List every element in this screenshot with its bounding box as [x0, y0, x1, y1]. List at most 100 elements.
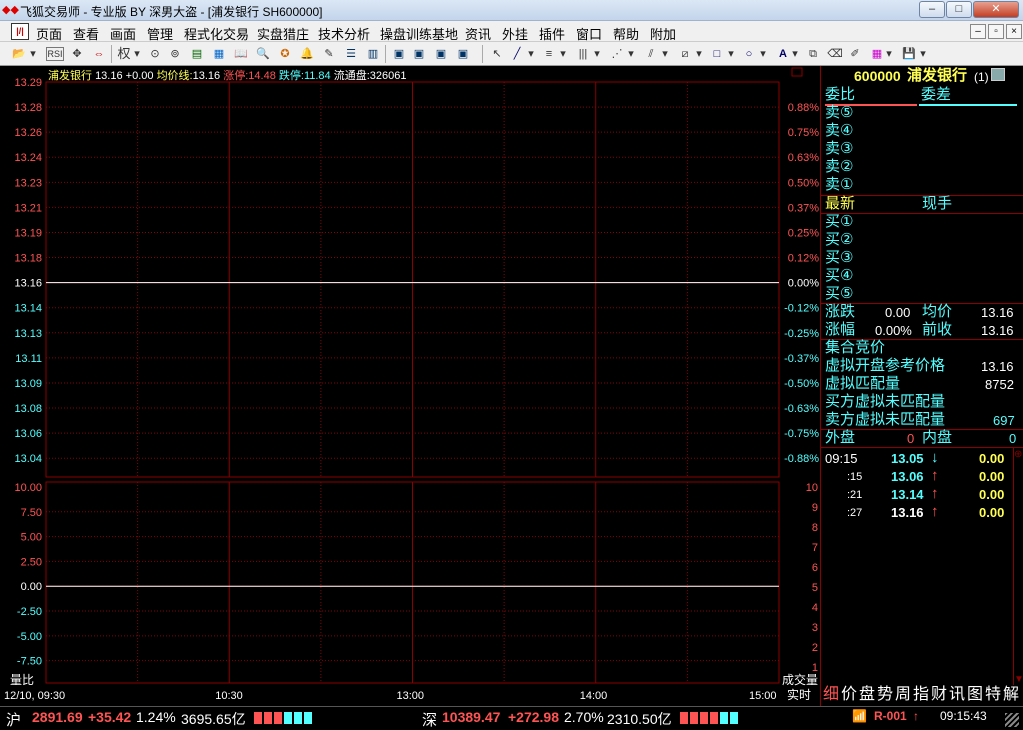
tab-news[interactable]: 讯	[949, 686, 965, 704]
stock-name: 浦发银行	[48, 70, 92, 82]
ellipse-icon[interactable]: ○	[740, 45, 758, 63]
quan-button[interactable]: 权	[116, 45, 132, 63]
hlines-dropdown-icon[interactable]: ▾	[558, 45, 568, 63]
mdi-restore-button[interactable]: ▫	[988, 24, 1004, 39]
time-tick-label: 14:00	[580, 690, 608, 702]
window3-icon[interactable]: ▣	[432, 45, 450, 63]
price-tick-label: 13.04	[14, 453, 42, 465]
hlines-icon[interactable]: ≡	[540, 45, 558, 63]
pen-icon[interactable]: ✎	[320, 45, 338, 63]
copy-icon[interactable]: ⧉	[804, 45, 822, 63]
cursor-icon[interactable]: ↖	[488, 45, 506, 63]
rectangle-icon[interactable]: □	[708, 45, 726, 63]
maximize-button[interactable]: □	[946, 1, 972, 18]
window1-icon[interactable]: ▣	[390, 45, 408, 63]
link2-icon[interactable]: ⊚	[166, 45, 184, 63]
sz-down-bar	[730, 712, 738, 724]
quan-dropdown-icon[interactable]: ▾	[132, 45, 142, 63]
menu-manage[interactable]: 管理	[147, 24, 173, 43]
mdi-minimize-button[interactable]: –	[970, 24, 986, 39]
menu-programmatic-trading[interactable]: 程式化交易	[184, 24, 249, 43]
tab-week[interactable]: 周	[895, 686, 911, 704]
detail-tabs: 细 价 盘 势 周 指 财 讯 图 特 解	[821, 685, 1023, 706]
menu-view[interactable]: 查看	[73, 24, 99, 43]
save-dropdown-icon[interactable]: ▾	[918, 45, 928, 63]
tab-index[interactable]: 指	[913, 686, 929, 704]
book-icon[interactable]: 📖	[232, 45, 250, 63]
signal-icon[interactable]: 📶	[852, 709, 867, 723]
parallel-dropdown-icon[interactable]: ▾	[694, 45, 704, 63]
zoom-icon[interactable]: 🔍	[254, 45, 272, 63]
link-icon[interactable]: ⊙	[146, 45, 164, 63]
fan-icon[interactable]: ⋰	[608, 45, 626, 63]
exchange-icon[interactable]: ⇔	[90, 45, 108, 63]
dropdown-arrow-icon[interactable]: ▾	[28, 45, 38, 63]
rectangle-dropdown-icon[interactable]: ▾	[726, 45, 736, 63]
tab-explain[interactable]: 解	[1003, 686, 1019, 704]
sh-up-bar	[274, 712, 282, 724]
line-tool-icon[interactable]: ╱	[508, 45, 526, 63]
radar-icon[interactable]: ✪	[276, 45, 294, 63]
color-dropdown-icon[interactable]: ▾	[884, 45, 894, 63]
intraday-chart[interactable]: 13.29 13.28 13.26 13.24 13.23 13.21 13.19 13.18…	[0, 66, 820, 706]
tab-trend[interactable]: 势	[877, 686, 893, 704]
menu-window[interactable]: 窗口	[576, 24, 602, 43]
save-icon[interactable]: 💾	[900, 45, 918, 63]
menu-technical-analysis[interactable]: 技术分析	[318, 24, 370, 43]
pct-tick-label: 0.37%	[788, 202, 819, 214]
arrow-up-icon: ↑	[931, 485, 939, 502]
open-folder-icon[interactable]: 📂	[10, 45, 28, 63]
f10-icon[interactable]: ▤	[188, 45, 206, 63]
text-dropdown-icon[interactable]: ▾	[790, 45, 800, 63]
document-icon[interactable]: |/|	[11, 23, 29, 40]
time-tick-label: 15:00	[749, 690, 777, 702]
layout-v-icon[interactable]: ▥	[364, 45, 382, 63]
minimize-button[interactable]: –	[919, 1, 945, 18]
close-button[interactable]: ✕	[973, 1, 1019, 18]
scroll-down-icon[interactable]: ▼	[1014, 674, 1023, 685]
vlines-icon[interactable]: |||	[574, 45, 592, 63]
menu-external[interactable]: 外挂	[502, 24, 528, 43]
menu-news[interactable]: 资讯	[465, 24, 491, 43]
price-tick-label: 13.19	[14, 227, 42, 239]
panel-toggle-icon[interactable]	[991, 68, 1005, 81]
rsi-icon[interactable]: RSI	[46, 47, 64, 61]
menu-screen[interactable]: 画面	[110, 24, 136, 43]
sh-up-bar	[264, 712, 272, 724]
fan-dropdown-icon[interactable]: ▾	[626, 45, 636, 63]
news-icon[interactable]: ▦	[210, 45, 228, 63]
pct-tick-label: 0.12%	[788, 253, 819, 265]
window4-icon[interactable]: ▣	[454, 45, 472, 63]
parallel-icon[interactable]: ⧄	[676, 45, 694, 63]
tab-special[interactable]: 特	[985, 686, 1001, 704]
menu-page[interactable]: 页面	[36, 24, 62, 43]
menu-help[interactable]: 帮助	[613, 24, 639, 43]
layout-h-icon[interactable]: ☰	[342, 45, 360, 63]
magic-icon[interactable]: ✐	[846, 45, 864, 63]
line-dropdown-icon[interactable]: ▾	[526, 45, 536, 63]
resize-grip-icon[interactable]	[1005, 713, 1019, 727]
menu-extra[interactable]: 附加	[650, 24, 676, 43]
window2-icon[interactable]: ▣	[410, 45, 428, 63]
channel-dropdown-icon[interactable]: ▾	[660, 45, 670, 63]
alert-icon[interactable]: 🔔	[298, 45, 316, 63]
channel-icon[interactable]: ⫽	[642, 45, 660, 63]
tab-chart[interactable]: 图	[967, 686, 983, 704]
menu-plugins[interactable]: 插件	[539, 24, 565, 43]
volume-axis-label: 成交量	[782, 672, 818, 687]
arrow-up-icon: ↑	[931, 503, 939, 520]
menu-hunt[interactable]: 实盘猎庄	[257, 24, 309, 43]
tick-scrollbar[interactable]	[1013, 447, 1023, 687]
move-icon[interactable]: ✥	[68, 45, 86, 63]
tab-detail[interactable]: 细	[823, 686, 839, 704]
tab-price[interactable]: 价	[841, 686, 857, 704]
eraser-icon[interactable]: ⌫	[826, 45, 844, 63]
ellipse-dropdown-icon[interactable]: ▾	[758, 45, 768, 63]
menu-training[interactable]: 操盘训练基地	[380, 24, 458, 43]
pct-tick-label: -0.50%	[784, 378, 819, 390]
tab-finance[interactable]: 财	[931, 686, 947, 704]
vlines-dropdown-icon[interactable]: ▾	[592, 45, 602, 63]
tab-book[interactable]: 盘	[859, 686, 875, 704]
mdi-close-button[interactable]: ×	[1006, 24, 1022, 39]
scroll-target-icon[interactable]: ⊕	[1014, 449, 1022, 460]
